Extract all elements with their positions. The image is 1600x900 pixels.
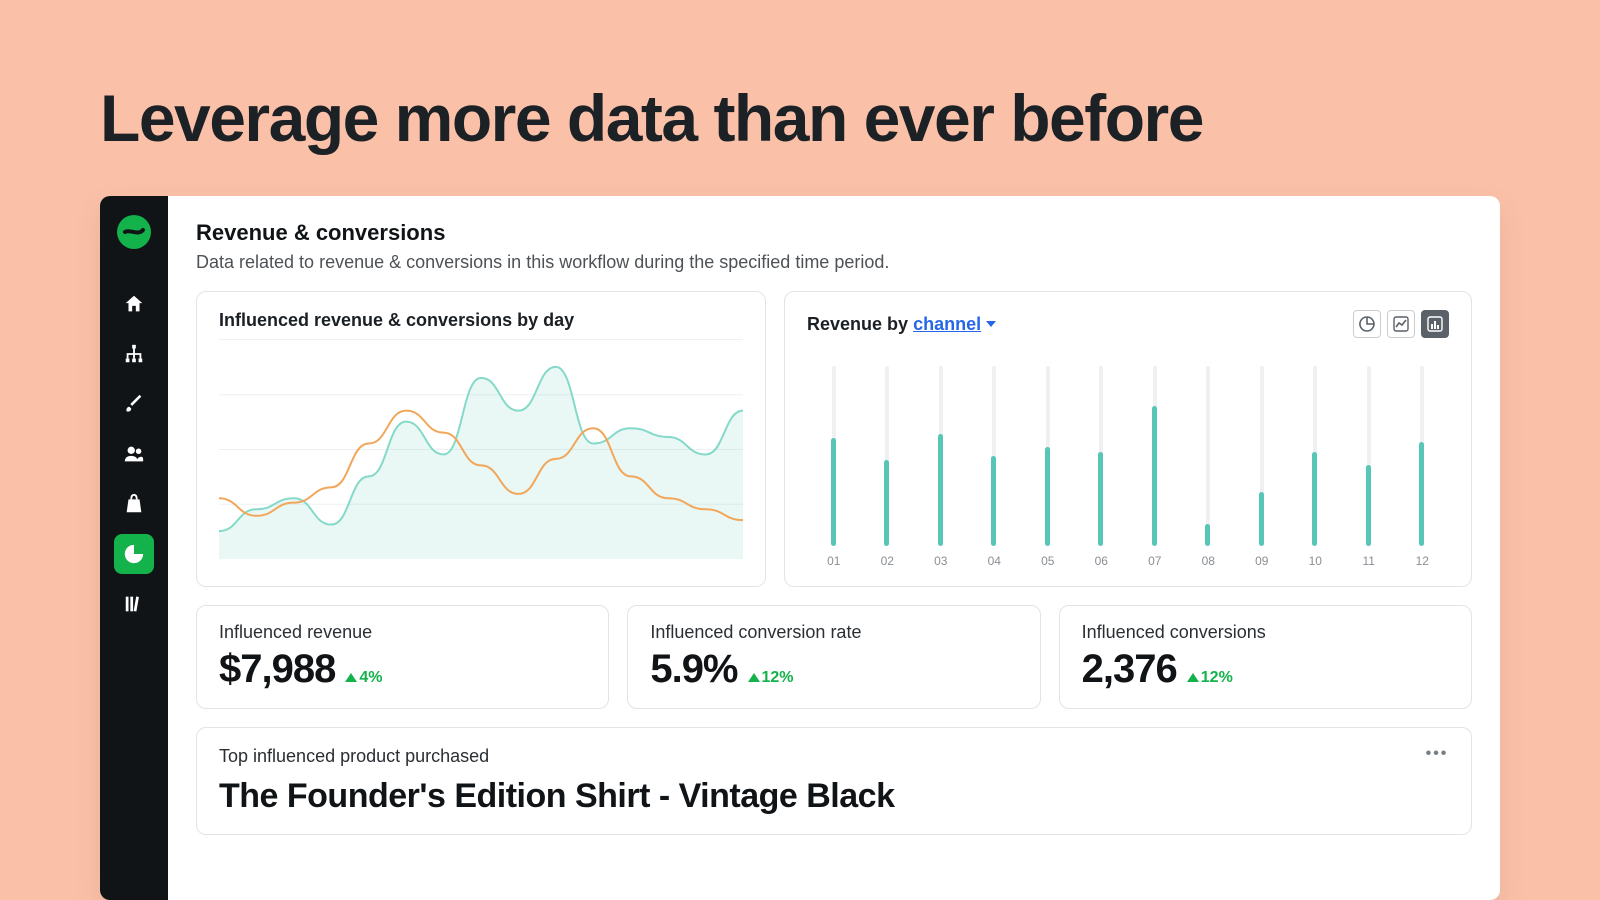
stat-value: 5.9%	[650, 647, 737, 692]
bar-label: 03	[934, 554, 947, 568]
bar-column: 12	[1396, 366, 1450, 568]
product-name: The Founder's Edition Shirt - Vintage Bl…	[219, 777, 1449, 816]
influenced-revenue-chart-card: Influenced revenue & conversions by day	[196, 291, 766, 587]
chart-type-toggle	[1353, 310, 1449, 338]
product-label: Top influenced product purchased	[219, 746, 1449, 767]
bar-label: 05	[1041, 554, 1054, 568]
stat-label: Influenced conversions	[1082, 622, 1449, 643]
revenue-by-channel-card: Revenue by channel	[784, 291, 1472, 587]
sidebar-item-library[interactable]	[114, 584, 154, 624]
bar-column: 01	[807, 366, 861, 568]
stats-row: Influenced revenue $7,988 4% Influenced con…	[196, 605, 1472, 709]
sidebar-item-hierarchy[interactable]	[114, 334, 154, 374]
bar-label: 10	[1309, 554, 1322, 568]
stat-card: Influenced revenue $7,988 4%	[196, 605, 609, 709]
bar-label: 07	[1148, 554, 1161, 568]
bar-label: 09	[1255, 554, 1268, 568]
chart-title: Revenue by channel	[807, 314, 997, 335]
sidebar-item-bag[interactable]	[114, 484, 154, 524]
dimension-dropdown[interactable]: channel	[913, 314, 997, 335]
up-arrow-icon	[748, 673, 760, 682]
main-content: Revenue & conversions Data related to re…	[168, 196, 1500, 900]
bar-chart-icon	[1427, 316, 1443, 332]
bar-column: 02	[861, 366, 915, 568]
bar-column: 06	[1075, 366, 1129, 568]
top-product-card: ••• Top influenced product purchased The…	[196, 727, 1472, 835]
bar-chart: 01 02 03 04 05 06 07 08 09 10 11 12	[807, 348, 1449, 568]
stat-value: $7,988	[219, 647, 335, 692]
sidebar-item-home[interactable]	[114, 284, 154, 324]
home-icon	[123, 293, 145, 315]
bar-label: 04	[988, 554, 1001, 568]
stat-card: Influenced conversion rate 5.9% 12%	[627, 605, 1040, 709]
app-logo	[116, 214, 152, 250]
stat-card: Influenced conversions 2,376 12%	[1059, 605, 1472, 709]
line-chart	[219, 339, 743, 559]
users-icon	[123, 443, 145, 465]
stat-value: 2,376	[1082, 647, 1177, 692]
bar-label: 12	[1416, 554, 1429, 568]
library-icon	[123, 593, 145, 615]
pie-chart-icon	[123, 543, 145, 565]
bar-label: 08	[1202, 554, 1215, 568]
more-button[interactable]: •••	[1423, 744, 1451, 764]
stat-delta: 12%	[748, 669, 794, 687]
section-subtitle: Data related to revenue & conversions in…	[196, 252, 1472, 273]
chart-title: Influenced revenue & conversions by day	[219, 310, 743, 331]
caret-down-icon	[985, 319, 997, 329]
chart-type-pie[interactable]	[1353, 310, 1381, 338]
up-arrow-icon	[1187, 673, 1199, 682]
bar-label: 11	[1363, 554, 1375, 568]
line-chart-icon	[1393, 316, 1409, 332]
bar-label: 06	[1095, 554, 1108, 568]
stat-label: Influenced revenue	[219, 622, 586, 643]
brush-icon	[123, 393, 145, 415]
app-window: Revenue & conversions Data related to re…	[100, 196, 1500, 900]
sidebar-item-brush[interactable]	[114, 384, 154, 424]
up-arrow-icon	[345, 673, 357, 682]
sidebar	[100, 196, 168, 900]
bar-column: 04	[968, 366, 1022, 568]
bar-column: 08	[1182, 366, 1236, 568]
section-title: Revenue & conversions	[196, 220, 1472, 246]
chart-type-line[interactable]	[1387, 310, 1415, 338]
bar-column: 11	[1342, 366, 1396, 568]
bar-column: 10	[1289, 366, 1343, 568]
bar-column: 07	[1128, 366, 1182, 568]
bar-column: 03	[914, 366, 968, 568]
hierarchy-icon	[123, 343, 145, 365]
bar-column: 09	[1235, 366, 1289, 568]
hero-title: Leverage more data than ever before	[100, 80, 1203, 156]
sidebar-item-analytics[interactable]	[114, 534, 154, 574]
stat-label: Influenced conversion rate	[650, 622, 1017, 643]
stat-delta: 12%	[1187, 669, 1233, 687]
bar-column: 05	[1021, 366, 1075, 568]
bag-icon	[123, 493, 145, 515]
bar-label: 02	[881, 554, 894, 568]
chart-type-bar[interactable]	[1421, 310, 1449, 338]
stat-delta: 4%	[345, 669, 382, 687]
pie-icon	[1359, 316, 1375, 332]
sidebar-item-users[interactable]	[114, 434, 154, 474]
ellipsis-icon: •••	[1426, 745, 1449, 763]
bar-label: 01	[827, 554, 840, 568]
